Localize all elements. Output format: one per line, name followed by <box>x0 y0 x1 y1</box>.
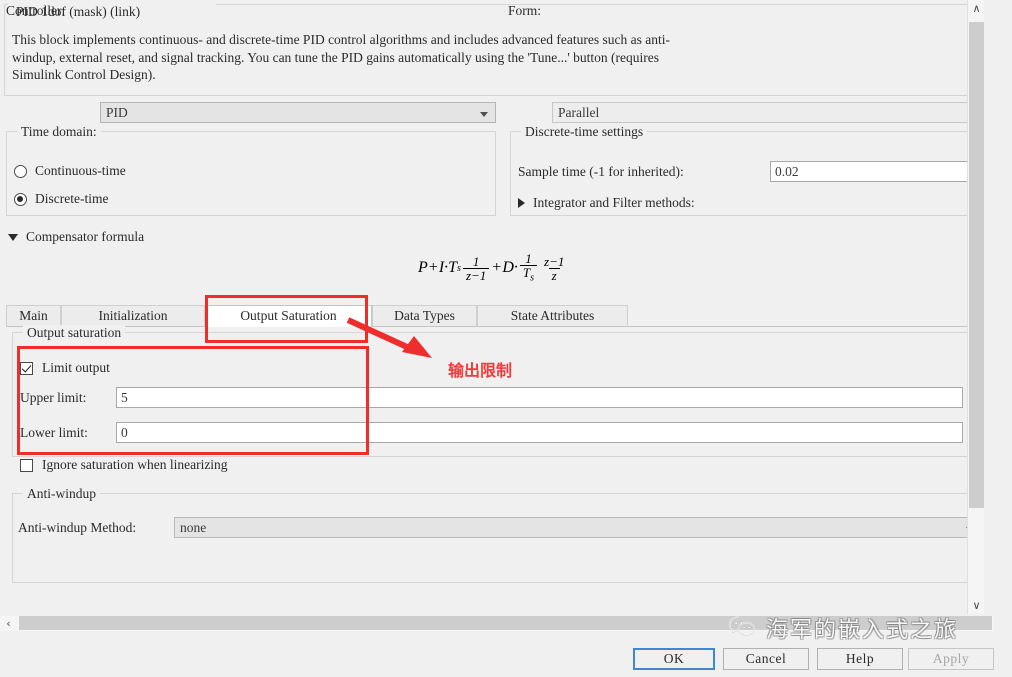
vertical-scrollbar[interactable]: ∧ ∨ <box>967 0 984 614</box>
dialog-content-pane: PID 1dof (mask) (link) This block implem… <box>0 0 984 614</box>
apply-button: Apply <box>908 648 994 670</box>
tab-state-attributes[interactable]: State Attributes <box>477 305 628 327</box>
vertical-scrollbar-thumb[interactable] <box>969 22 984 508</box>
tab-initialization-label: Initialization <box>98 308 168 323</box>
tab-data-types-label: Data Types <box>394 308 455 323</box>
compensator-formula-expander[interactable]: Compensator formula <box>8 229 144 245</box>
formula-plus-1: + <box>428 259 438 277</box>
time-domain-group-title: Time domain: <box>17 124 101 139</box>
radio-continuous-time[interactable]: Continuous-time <box>14 163 126 179</box>
form-label: Form: <box>508 3 542 18</box>
form-value: Parallel <box>558 105 600 120</box>
anti-windup-method-label: Anti-windup Method: <box>18 520 137 535</box>
formula-plus-2: + <box>492 259 502 277</box>
chevron-right-icon <box>518 198 525 208</box>
scroll-left-arrow-icon[interactable]: ‹ <box>0 616 17 631</box>
radio-icon-unchecked <box>14 164 27 178</box>
help-button[interactable]: Help <box>817 648 903 670</box>
tab-data-types[interactable]: Data Types <box>372 305 477 327</box>
controller-dropdown[interactable]: PID <box>100 102 496 123</box>
mask-description-text: This block implements continuous- and di… <box>12 32 670 82</box>
formula-frac2-numerator: 1 <box>525 251 532 266</box>
anti-windup-group-title: Anti-windup <box>23 486 100 501</box>
tab-initialization[interactable]: Initialization <box>61 305 205 327</box>
formula-fraction-2: 1 Ts <box>519 251 538 285</box>
anti-windup-group: Anti-windup <box>12 486 976 583</box>
chevron-down-icon <box>480 112 488 117</box>
formula-i-ts-sub: s <box>457 262 461 274</box>
radio-discrete-time[interactable]: Discrete-time <box>14 191 108 207</box>
anti-windup-method-dropdown[interactable]: none <box>174 517 982 538</box>
sample-time-label: Sample time (-1 for inherited): <box>518 164 684 179</box>
chevron-down-icon <box>8 233 18 241</box>
integrator-filter-methods-label: Integrator and Filter methods: <box>533 195 695 210</box>
ignore-saturation-label: Ignore saturation when linearizing <box>42 457 228 472</box>
cancel-button[interactable]: Cancel <box>723 648 809 670</box>
annotation-text: 输出限制 <box>448 361 513 380</box>
lower-limit-value: 0 <box>121 425 128 440</box>
tab-state-attributes-label: State Attributes <box>510 308 595 323</box>
formula-fraction-1: 1 z−1 <box>462 253 490 282</box>
ok-button[interactable]: OK <box>633 648 715 670</box>
formula-fraction-3: z−1 z <box>541 255 567 282</box>
upper-limit-value: 5 <box>121 390 128 405</box>
formula-p: P <box>418 259 428 277</box>
scroll-up-arrow-icon[interactable]: ∧ <box>968 0 984 17</box>
sample-time-input[interactable]: 0.02 <box>770 161 970 182</box>
anti-windup-method-value: none <box>180 520 207 535</box>
formula-d: D· <box>502 259 518 277</box>
tab-bar: Main Initialization Output Saturation Da… <box>6 305 982 327</box>
form-dropdown[interactable]: Parallel <box>552 102 982 123</box>
formula-frac1-numerator: 1 <box>472 253 480 269</box>
tab-main-label: Main <box>19 308 48 323</box>
sample-time-value: 0.02 <box>775 164 799 179</box>
compensator-formula-equation: P + I·T s 1 z−1 + D· 1 Ts z−1 z <box>418 252 569 285</box>
formula-frac2-denominator: Ts <box>519 265 538 285</box>
horizontal-scrollbar[interactable]: ‹ <box>0 616 994 631</box>
discrete-time-settings-title: Discrete-time settings <box>521 124 648 139</box>
radio-icon-checked <box>14 192 27 206</box>
scroll-down-arrow-icon[interactable]: ∨ <box>968 597 984 614</box>
upper-limit-input[interactable]: 5 <box>116 387 963 408</box>
horizontal-scrollbar-thumb[interactable] <box>19 616 992 630</box>
pid-block-parameters-dialog: PID 1dof (mask) (link) This block implem… <box>0 0 1012 677</box>
formula-i-ts: I·T <box>438 259 458 277</box>
mask-group-top-border <box>4 4 980 5</box>
upper-limit-label: Upper limit: <box>20 390 87 405</box>
tab-output-saturation-label: Output Saturation <box>240 308 337 323</box>
lower-limit-label: Lower limit: <box>20 425 88 440</box>
tab-output-saturation[interactable]: Output Saturation <box>205 305 372 327</box>
limit-output-checkbox-row[interactable]: Limit output <box>20 360 110 376</box>
tab-main[interactable]: Main <box>6 305 61 327</box>
radio-discrete-time-label: Discrete-time <box>35 191 109 206</box>
integrator-filter-methods-expander[interactable]: Integrator and Filter methods: <box>518 195 695 211</box>
checkbox-icon-checked <box>20 361 33 375</box>
limit-output-label: Limit output <box>42 360 110 375</box>
controller-value: PID <box>106 105 128 120</box>
lower-limit-input[interactable]: 0 <box>116 422 963 443</box>
output-saturation-group-title: Output saturation <box>23 325 126 340</box>
radio-continuous-time-label: Continuous-time <box>35 163 126 178</box>
horizontal-scrollbar-area: ‹ <box>0 614 1012 634</box>
ignore-saturation-checkbox-row[interactable]: Ignore saturation when linearizing <box>20 457 228 473</box>
controller-label: Controller: <box>6 3 66 18</box>
formula-frac3-numerator: z−1 <box>544 253 565 269</box>
checkbox-icon-unchecked <box>20 458 33 472</box>
compensator-formula-label: Compensator formula <box>26 229 145 244</box>
formula-frac1-denominator: z−1 <box>462 267 490 282</box>
formula-frac3-denominator: z <box>548 267 560 282</box>
dialog-button-bar: OK Cancel Help Apply <box>0 634 1012 677</box>
